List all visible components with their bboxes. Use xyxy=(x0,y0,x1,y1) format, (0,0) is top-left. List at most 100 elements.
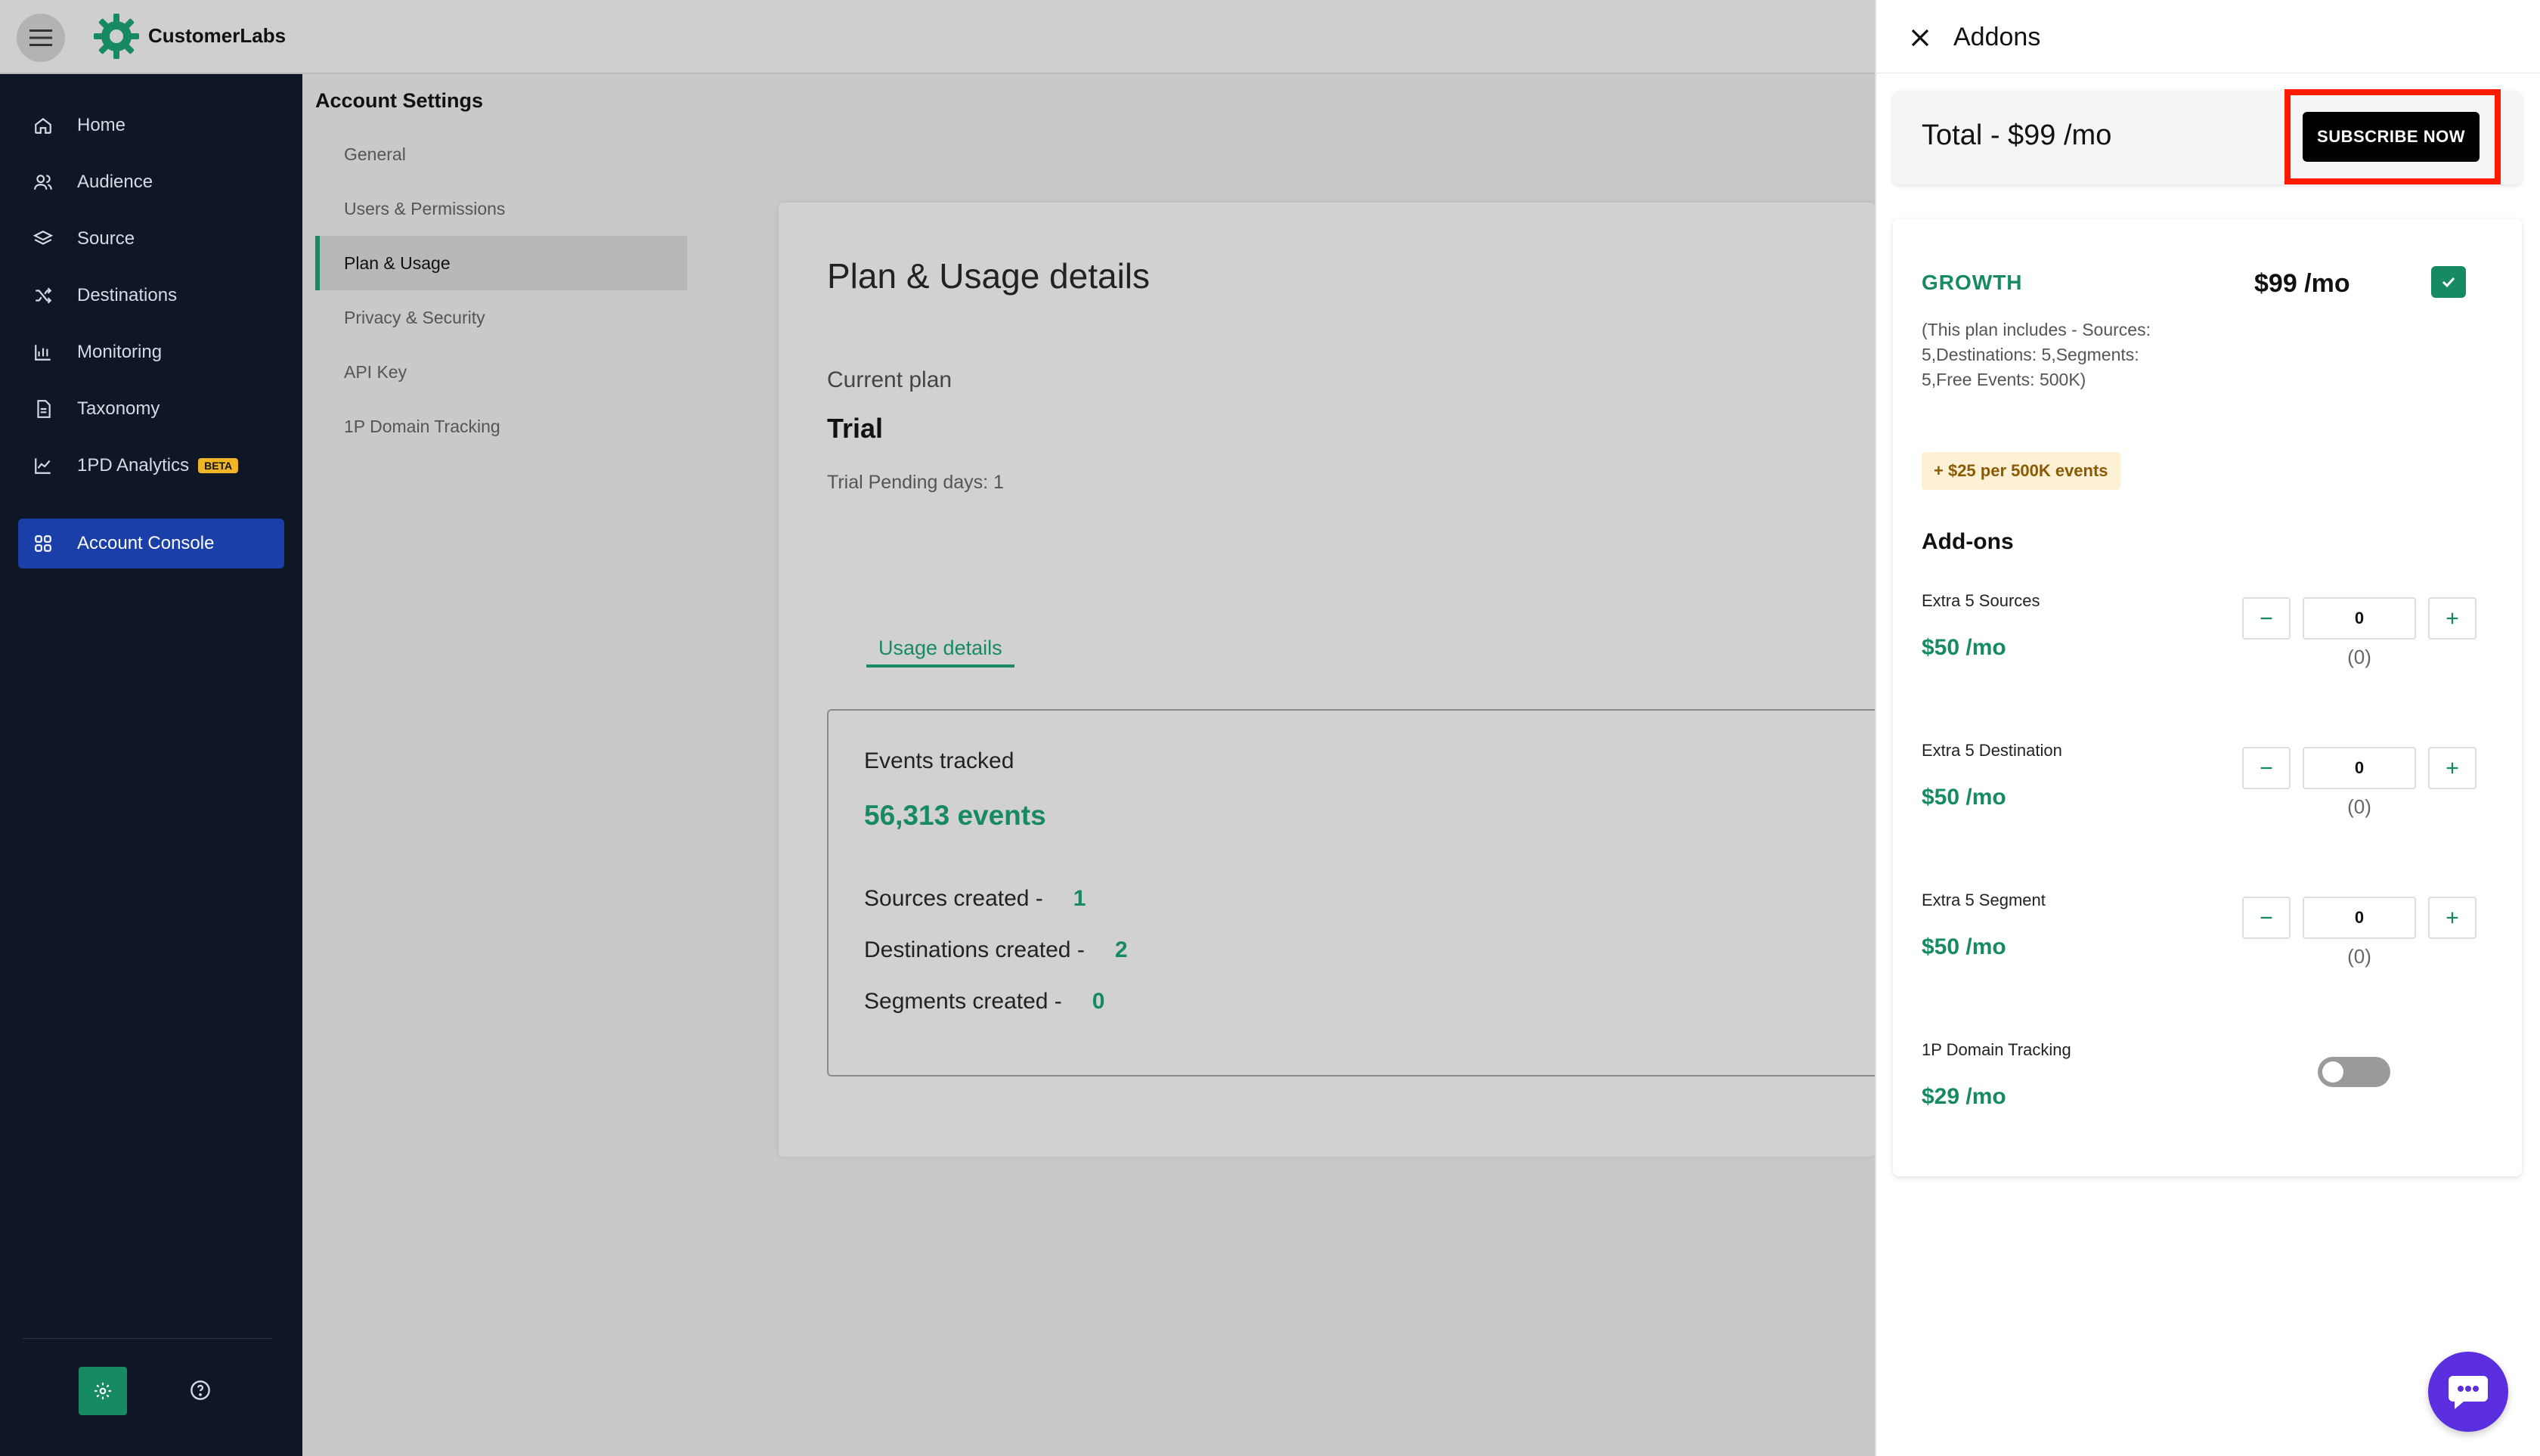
decrement-button[interactable] xyxy=(2242,597,2291,640)
increment-button[interactable] xyxy=(2428,597,2476,640)
addon-price: $50 /mo xyxy=(1922,635,2006,660)
check-icon xyxy=(2442,277,2455,288)
question-icon xyxy=(190,1380,210,1400)
help-button[interactable] xyxy=(187,1377,213,1403)
menu-toggle-button[interactable] xyxy=(17,14,65,62)
minus-icon xyxy=(2260,916,2272,919)
addon-name: Extra 5 Destination xyxy=(1922,741,2062,760)
sidebar-item-label: Account Console xyxy=(77,533,215,553)
increment-button[interactable] xyxy=(2428,747,2476,789)
shuffle-icon xyxy=(30,283,56,308)
sidebar-item-label: Source xyxy=(77,228,135,249)
gear-icon xyxy=(94,1383,111,1399)
domain-tracking-price: $29 /mo xyxy=(1922,1084,2006,1109)
quantity-subtotal: (0) xyxy=(2347,646,2371,668)
top-header: CustomerLabs xyxy=(0,0,1875,74)
close-icon xyxy=(1911,29,1929,47)
panel-title: Addons xyxy=(1953,23,2041,51)
stat-label: Segments created - xyxy=(864,989,1062,1014)
toggle-knob xyxy=(2322,1061,2343,1083)
segments-created-stat: Segments created - 0 xyxy=(864,989,1104,1015)
plus-icon xyxy=(2446,612,2458,624)
current-plan-value: Trial xyxy=(827,413,884,444)
current-plan-label: Current plan xyxy=(827,367,952,392)
customerlabs-logo-icon xyxy=(92,12,141,60)
quantity-value[interactable]: 0 xyxy=(2303,747,2416,789)
hamburger-icon xyxy=(29,29,52,46)
sources-created-stat: Sources created - 1 xyxy=(864,886,1086,912)
minus-icon xyxy=(2260,617,2272,620)
home-icon xyxy=(30,113,56,138)
stat-label: Destinations created - xyxy=(864,937,1085,962)
stat-value: 0 xyxy=(1092,989,1105,1014)
settings-item-privacy-security[interactable]: Privacy & Security xyxy=(315,290,687,345)
stat-label: Sources created - xyxy=(864,886,1043,911)
decrement-button[interactable] xyxy=(2242,747,2291,789)
plan-price: $99 /mo xyxy=(2254,269,2350,298)
settings-item-general[interactable]: General xyxy=(315,127,687,181)
trial-pending-days: Trial Pending days: 1 xyxy=(827,472,1004,493)
quantity-value[interactable]: 0 xyxy=(2303,897,2416,939)
sidebar-item-taxonomy[interactable]: Taxonomy xyxy=(18,385,284,433)
sidebar-item-audience[interactable]: Audience xyxy=(18,158,284,206)
settings-item-api-key[interactable]: API Key xyxy=(315,345,687,399)
sidebar-item-label: Destinations xyxy=(77,285,178,305)
settings-button[interactable] xyxy=(79,1367,127,1415)
sidebar-item-destinations[interactable]: Destinations xyxy=(18,271,284,320)
sidebar-item-label: Taxonomy xyxy=(77,398,160,419)
domain-tracking-toggle[interactable] xyxy=(2318,1057,2390,1087)
settings-item-1p-domain-tracking[interactable]: 1P Domain Tracking xyxy=(315,399,687,454)
close-panel-button[interactable] xyxy=(1905,23,1935,53)
plan-description: (This plan includes - Sources: 5,Destina… xyxy=(1922,320,2151,389)
document-icon xyxy=(30,396,56,422)
sidebar-item-monitoring[interactable]: Monitoring xyxy=(18,328,284,376)
settings-item-users-permissions[interactable]: Users & Permissions xyxy=(315,181,687,236)
addon-price: $50 /mo xyxy=(1922,934,2006,959)
addons-heading: Add-ons xyxy=(1922,529,2014,554)
tab-usage-details[interactable]: Usage details xyxy=(866,637,1014,668)
increment-button[interactable] xyxy=(2428,897,2476,939)
addon-name: Extra 5 Segment xyxy=(1922,891,2046,909)
chat-widget-button[interactable] xyxy=(2428,1352,2508,1432)
page-title: Plan & Usage details xyxy=(827,256,1151,296)
grid-icon xyxy=(30,531,56,556)
sidebar-item-label: Monitoring xyxy=(77,342,163,362)
settings-item-plan-usage[interactable]: Plan & Usage xyxy=(315,236,687,290)
stat-value: 2 xyxy=(1114,937,1128,962)
extra-events-badge: + $25 per 500K events xyxy=(1922,452,2120,490)
destinations-created-stat: Destinations created - 2 xyxy=(864,937,1128,963)
chat-bubble-icon xyxy=(2449,1376,2488,1409)
account-settings-title: Account Settings xyxy=(315,89,484,112)
addon-price: $50 /mo xyxy=(1922,785,2006,810)
sidebar-item-source[interactable]: Source xyxy=(18,215,284,263)
plan-name: GROWTH xyxy=(1922,271,2023,294)
events-tracked-value: 56,313 events xyxy=(864,800,1046,831)
users-icon xyxy=(30,169,56,195)
bar-chart-icon xyxy=(30,339,56,365)
subscribe-now-button[interactable]: SUBSCRIBE NOW xyxy=(2303,112,2480,162)
minus-icon xyxy=(2260,767,2272,770)
line-chart-icon xyxy=(30,453,56,479)
sidebar-item-account-console[interactable]: Account Console xyxy=(18,519,284,568)
quantity-subtotal: (0) xyxy=(2347,945,2371,968)
domain-tracking-name: 1P Domain Tracking xyxy=(1922,1040,2071,1059)
plus-icon xyxy=(2446,912,2458,924)
brand-name: CustomerLabs xyxy=(148,24,287,47)
quantity-value[interactable]: 0 xyxy=(2303,597,2416,640)
total-price: Total - $99 /mo xyxy=(1922,119,2112,151)
sidebar-item-home[interactable]: Home xyxy=(18,101,284,150)
plan-checkbox[interactable] xyxy=(2431,266,2466,298)
sidebar-divider xyxy=(23,1338,272,1339)
events-tracked-label: Events tracked xyxy=(864,748,1014,773)
decrement-button[interactable] xyxy=(2242,897,2291,939)
addon-name: Extra 5 Sources xyxy=(1922,591,2040,610)
beta-badge: BETA xyxy=(198,458,239,473)
layers-icon xyxy=(30,226,56,252)
sidebar-item-1pd-analytics[interactable]: 1PD Analytics BETA xyxy=(18,441,284,490)
sidebar-item-label: Audience xyxy=(77,172,153,192)
sidebar-item-label: 1PD Analytics xyxy=(77,455,190,476)
plus-icon xyxy=(2446,762,2458,774)
stat-value: 1 xyxy=(1073,886,1086,911)
sidebar-item-label: Home xyxy=(77,115,126,135)
quantity-subtotal: (0) xyxy=(2347,795,2371,818)
